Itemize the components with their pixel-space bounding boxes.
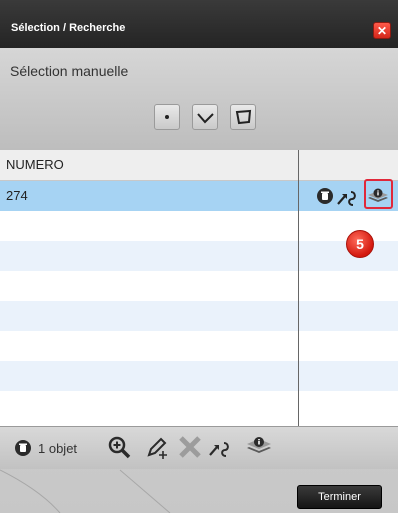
table-header: NUMERO [0,150,398,181]
dialog-title: Sélection / Recherche [11,22,126,34]
column-divider[interactable] [298,150,299,426]
table-row-empty [0,241,398,271]
close-icon: ✕ [376,24,388,38]
table-row-empty [0,331,398,361]
point-select-icon [165,115,169,119]
finish-button[interactable]: Terminer [297,485,382,509]
table-row-empty [0,301,398,331]
info-layers-icon[interactable] [245,435,273,457]
close-button[interactable]: ✕ [373,22,391,39]
zoom-in-icon[interactable] [107,435,133,461]
line-select-icon [197,113,214,124]
selection-mode-panel: Sélection manuelle [0,48,398,150]
selection-toolbar: 1 objet [0,426,398,469]
highlight-box [364,179,393,209]
cell-numero: 274 [6,188,28,203]
delete-icon[interactable] [316,187,334,205]
table-row-empty [0,211,398,241]
zoom-to-icon[interactable] [208,437,236,459]
edit-icon[interactable] [143,435,171,461]
polygon-select-icon [235,109,252,125]
column-header-numero[interactable]: NUMERO [6,157,64,172]
dialog-footer: Terminer [0,469,398,513]
table-row-empty [0,361,398,391]
dialog-titlebar[interactable]: Sélection / Recherche ✕ [0,0,398,48]
table-row[interactable]: 274 [0,181,398,211]
selection-count: 1 objet [38,441,78,456]
table-row-empty [0,391,398,421]
delete-icon[interactable] [14,439,32,457]
point-select-button[interactable] [154,104,180,130]
polygon-select-button[interactable] [230,104,256,130]
zoom-to-icon[interactable] [336,187,362,207]
step-badge: 5 [346,230,374,258]
remove-icon [179,436,201,458]
selection-dialog: Sélection / Recherche ✕ Sélection manuel… [0,0,398,513]
table-row-empty [0,271,398,301]
step-number: 5 [356,236,364,252]
selection-mode-label: Sélection manuelle [10,63,129,79]
results-table: NUMERO 274 [0,150,398,426]
line-select-button[interactable] [192,104,218,130]
